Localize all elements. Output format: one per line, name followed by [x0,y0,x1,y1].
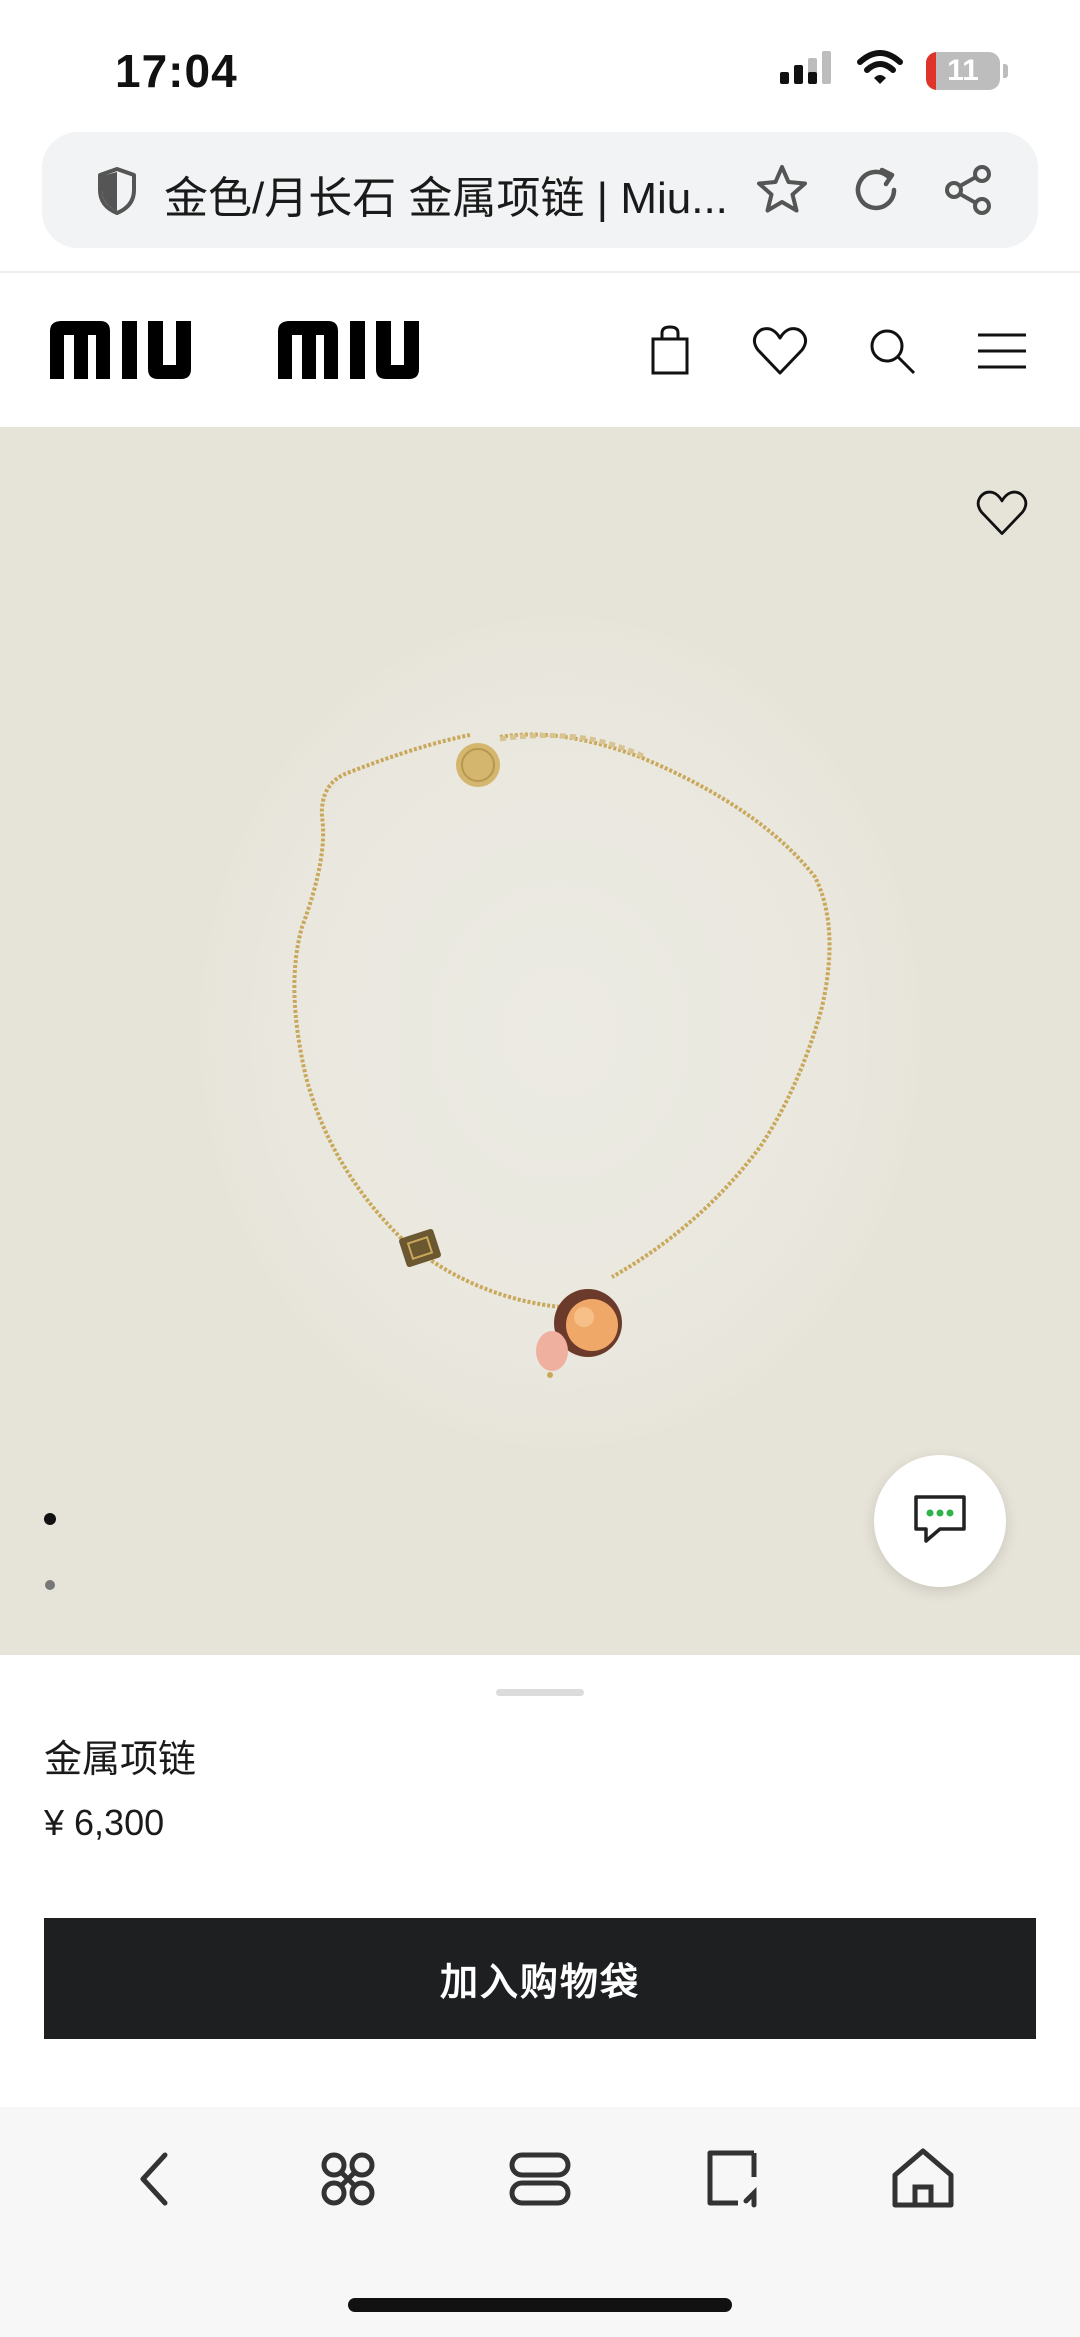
back-icon[interactable] [121,2143,193,2215]
page-title-url[interactable]: 金色/月长石 金属项链 | Miu... [164,162,784,226]
home-indicator[interactable] [348,2298,732,2312]
new-tab-icon[interactable] [696,2143,768,2215]
status-icons: 11 [778,50,1008,91]
shield-icon[interactable] [96,166,138,221]
battery-icon: 11 [926,51,1008,90]
home-icon[interactable] [887,2143,959,2215]
share-icon[interactable] [940,162,996,218]
miu-miu-logo[interactable] [50,317,460,388]
wifi-icon [856,50,904,91]
menu-icon[interactable] [972,321,1032,381]
shopping-bag-icon[interactable] [640,321,700,381]
product-name: 金属项链 [44,1739,197,1781]
sheet-drag-handle[interactable] [496,1689,584,1696]
product-price: ¥ 6,300 [44,1802,165,1843]
extensions-icon[interactable] [312,2143,384,2215]
product-image-gallery[interactable] [0,427,1080,1655]
add-to-bag-button[interactable]: 加入购物袋 [44,1918,1036,2039]
address-bar[interactable]: 金色/月长石 金属项链 | Miu... [42,132,1038,248]
status-time: 17:04 [115,45,238,97]
heart-icon[interactable] [750,321,810,381]
cellular-signal-icon [778,50,834,91]
search-icon[interactable] [862,321,922,381]
star-icon[interactable] [754,162,810,218]
page: 17:04 11 金色/月长石 金属项链 | Miu... 金属项链 ¥ 6,3… [0,0,1080,2337]
status-bar: 17:04 11 [0,0,1080,130]
site-header [0,273,1080,425]
carousel-dot[interactable] [45,1580,55,1590]
chat-icon [910,1491,970,1552]
tabs-icon[interactable] [504,2143,576,2215]
wishlist-heart-icon[interactable] [974,485,1030,541]
chat-button[interactable] [874,1455,1006,1587]
battery-level: 11 [947,53,979,87]
carousel-dot-active[interactable] [44,1513,56,1525]
reload-icon[interactable] [848,162,904,218]
